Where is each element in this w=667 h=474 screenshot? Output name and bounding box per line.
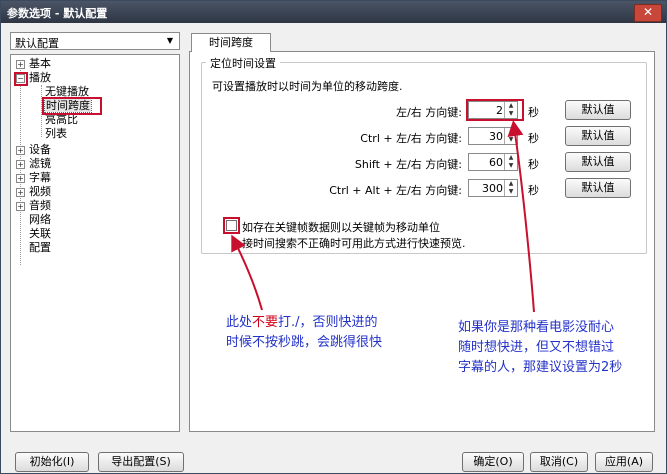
- annotation-left-emphasis: 不要: [252, 315, 279, 330]
- annotation-left: 此处不要打./，否则快进的 时候不按秒跳，会跳得很快: [226, 313, 382, 353]
- annotation-right-text: 字幕的人，那建议设置为2秒: [458, 360, 623, 375]
- annotation-left-text: 此处: [226, 315, 253, 330]
- apply-button[interactable]: 应用(A): [595, 452, 653, 472]
- annotation-right-text: 随时想快进，但又不想错过: [458, 340, 615, 355]
- ok-button[interactable]: 确定(O): [462, 452, 524, 472]
- annotation-arrows: [231, 120, 535, 313]
- cancel-button[interactable]: 取消(C): [530, 452, 588, 472]
- annotation-right-text: 如果你是那种看电影没耐心: [458, 320, 615, 335]
- annotation-left-text: 打./，否则快进的: [278, 315, 378, 330]
- annotation-right: 如果你是那种看电影没耐心 随时想快进，但又不想错过 字幕的人，那建议设置为2秒: [458, 318, 622, 378]
- export-config-button[interactable]: 导出配置(S): [98, 452, 184, 472]
- arrow-to-checkbox: [231, 234, 263, 311]
- initialize-button[interactable]: 初始化(I): [15, 452, 89, 472]
- arrow-to-spinbox: [507, 120, 535, 313]
- annotation-left-text: 时候不按秒跳，会跳得很快: [226, 335, 383, 350]
